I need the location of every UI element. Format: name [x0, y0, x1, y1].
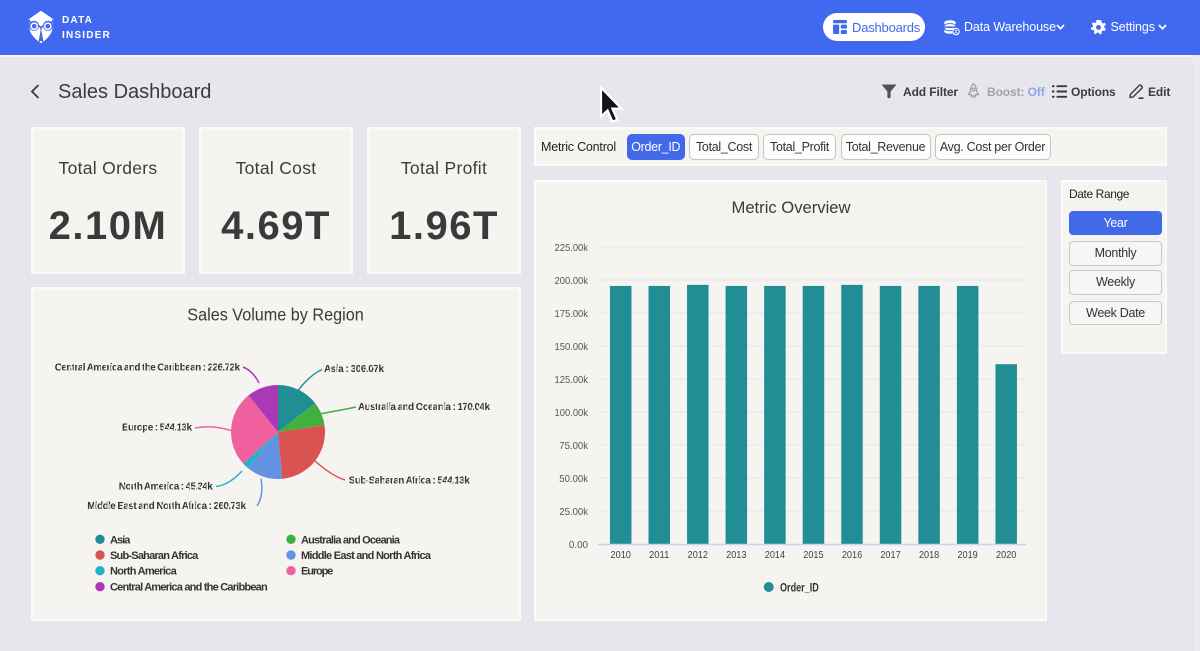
svg-text:Central America and the Caribb: Central America and the Caribbean : 226.…	[55, 363, 241, 374]
svg-text:2015: 2015	[803, 549, 823, 561]
svg-text:50.00k: 50.00k	[559, 473, 588, 485]
svg-text:Asia : 306.07k: Asia : 306.07k	[324, 364, 384, 375]
svg-text:2019: 2019	[957, 549, 977, 561]
svg-text:2020: 2020	[996, 549, 1016, 561]
svg-text:Metric Overview: Metric Overview	[732, 198, 852, 217]
svg-text:2012: 2012	[688, 549, 708, 561]
svg-text:Australia and Oceania : 170.04: Australia and Oceania : 170.04k	[358, 402, 490, 413]
svg-text:150.00k: 150.00k	[555, 341, 589, 353]
svg-text:Middle East and North Africa :: Middle East and North Africa : 260.73k	[87, 501, 246, 512]
svg-text:Australia and Oceania: Australia and Oceania	[301, 534, 401, 546]
svg-text:225.00k: 225.00k	[555, 242, 589, 254]
svg-text:75.00k: 75.00k	[559, 440, 588, 452]
svg-text:100.00k: 100.00k	[555, 407, 589, 419]
svg-text:2013: 2013	[726, 549, 746, 561]
svg-text:25.00k: 25.00k	[559, 506, 588, 518]
svg-text:2017: 2017	[880, 549, 900, 561]
svg-text:175.00k: 175.00k	[555, 308, 589, 320]
svg-text:North America: North America	[110, 566, 178, 578]
svg-text:Europe: Europe	[301, 566, 333, 578]
svg-text:Middle East and North Africa: Middle East and North Africa	[301, 550, 432, 562]
svg-text:2010: 2010	[611, 549, 631, 561]
svg-text:2016: 2016	[842, 549, 862, 561]
svg-text:0.00: 0.00	[569, 539, 588, 551]
svg-text:2011: 2011	[649, 549, 669, 561]
svg-text:2014: 2014	[765, 549, 785, 561]
svg-text:Sales Volume by Region: Sales Volume by Region	[187, 304, 363, 324]
svg-text:North America : 45.34k: North America : 45.34k	[119, 482, 213, 493]
svg-text:Europe : 544.13k: Europe : 544.13k	[122, 423, 192, 434]
svg-text:Central America and the Caribb: Central America and the Caribbean	[110, 582, 268, 594]
svg-text:2018: 2018	[919, 549, 939, 561]
svg-text:Asia: Asia	[110, 534, 131, 546]
svg-text:Order_ID: Order_ID	[780, 581, 819, 595]
svg-text:Sub-Saharan Africa: Sub-Saharan Africa	[110, 550, 199, 562]
svg-text:Sub-Saharan Africa : 544.13k: Sub-Saharan Africa : 544.13k	[349, 475, 470, 486]
svg-text:200.00k: 200.00k	[555, 275, 589, 287]
svg-text:125.00k: 125.00k	[555, 374, 589, 386]
